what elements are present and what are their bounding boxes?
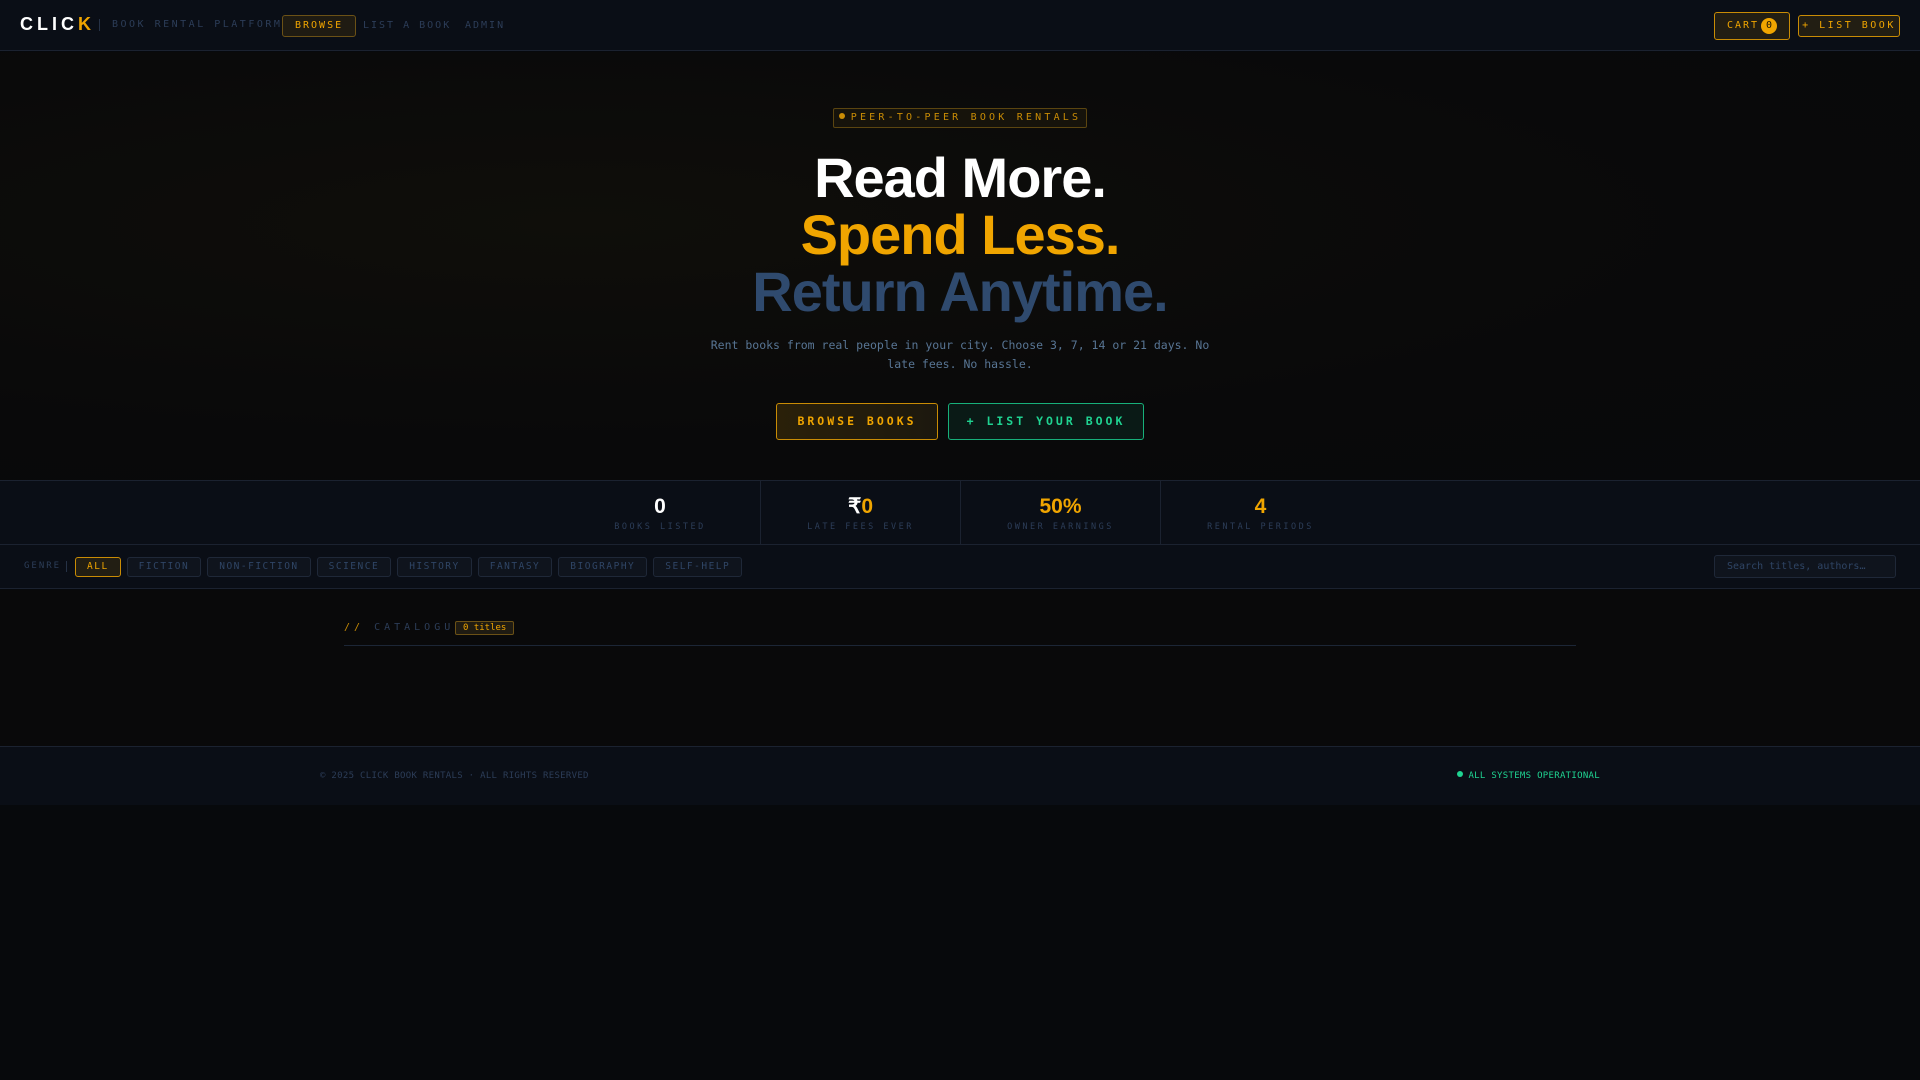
tagline: BOOK RENTAL PLATFORM	[112, 19, 283, 30]
divider	[344, 645, 1576, 646]
footer: © 2025 CLICK BOOK RENTALS · ALL RIGHTS R…	[0, 746, 1920, 805]
genre-filter-bar: GENRE ALL FICTION NON-FICTION SCIENCE HI…	[0, 545, 1920, 589]
copyright: © 2025 CLICK BOOK RENTALS · ALL RIGHTS R…	[320, 771, 589, 781]
headline-line-1: Read More.	[814, 146, 1107, 209]
genre-chip-biography[interactable]: BIOGRAPHY	[558, 557, 648, 577]
list-book-button[interactable]: + LIST BOOK	[1798, 15, 1900, 37]
system-status: ALL SYSTEMS OPERATIONAL	[1457, 771, 1600, 781]
stat-late-fees: ₹0 LATE FEES EVER	[760, 481, 960, 544]
genre-chip-fiction[interactable]: FICTION	[126, 557, 202, 577]
catalogue-heading: // CATALOGUE	[344, 622, 465, 633]
cart-button[interactable]: CART 0	[1714, 12, 1790, 40]
divider	[99, 19, 100, 31]
hero-subtitle: Rent books from real people in your city…	[710, 338, 1210, 371]
browse-books-button[interactable]: BROWSE BOOKS	[776, 403, 938, 440]
catalogue-count-badge: 0 titles	[455, 621, 515, 635]
stat-books-listed: 0 BOOKS LISTED	[614, 495, 706, 533]
catalogue-section	[0, 590, 1920, 746]
nav-admin[interactable]: ADMIN	[452, 15, 518, 37]
genre-chip-fantasy[interactable]: FANTASY	[477, 557, 553, 577]
hero-badge: PEER-TO-PEER BOOK RENTALS	[833, 108, 1087, 128]
nav-list-a-book[interactable]: LIST A BOOK	[350, 15, 464, 37]
stat-owner-earnings: 50% OWNER EARNINGS	[960, 481, 1160, 544]
search-input[interactable]	[1714, 555, 1896, 578]
genre-chip-non-fiction[interactable]: NON-FICTION	[207, 557, 311, 577]
divider	[66, 561, 67, 572]
headline-line-2: Spend Less.	[800, 203, 1121, 266]
genre-label: GENRE	[24, 561, 62, 571]
nav-browse[interactable]: BROWSE	[282, 15, 357, 37]
genre-chip-science[interactable]: SCIENCE	[316, 557, 392, 577]
status-dot-icon	[1457, 771, 1464, 777]
dot-icon	[838, 113, 845, 119]
stat-rental-periods: 4 RENTAL PERIODS	[1160, 481, 1360, 544]
genre-chip-self-help[interactable]: SELF-HELP	[653, 557, 743, 577]
genre-chip-history[interactable]: HISTORY	[397, 557, 472, 577]
list-your-book-button[interactable]: + LIST YOUR BOOK	[948, 403, 1144, 440]
top-nav: CLICK BOOK RENTAL PLATFORM BROWSE LIST A…	[0, 0, 1920, 51]
logo[interactable]: CLICK	[20, 14, 95, 35]
genre-chip-all[interactable]: ALL	[75, 557, 121, 577]
stats-bar: 0 BOOKS LISTED ₹0 LATE FEES EVER 50% OWNER …	[0, 480, 1920, 545]
cart-count-badge: 0	[1761, 18, 1777, 34]
headline-line-3: Return Anytime.	[752, 260, 1168, 323]
